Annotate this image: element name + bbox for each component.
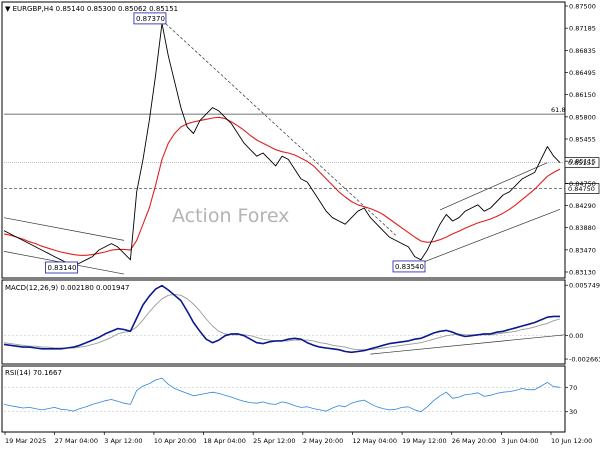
callout-label: 0.87370: [136, 15, 165, 23]
macd-y-tick-label: 0.005749: [569, 282, 600, 290]
price-y-tick-label: 0.85455: [569, 136, 596, 144]
header-ohlc: 0.85140 0.85300 0.85062 0.85151: [56, 5, 178, 13]
macd-y-tick-label: 0.00: [569, 332, 583, 340]
x-tick-label: 19 May 12:00: [402, 437, 447, 445]
chart-canvas: Action Forex 61.80.851510.847500.873700.…: [1, 1, 600, 445]
price-panel: [1, 1, 566, 279]
callout-label: 0.83140: [48, 264, 77, 272]
callout-label: 0.83540: [395, 263, 424, 271]
rsi-title: RSI(14) 70.1667: [5, 369, 62, 377]
price-y-tick-label: 0.86495: [569, 69, 596, 77]
macd-panel: [1, 279, 566, 365]
price-y-tick-label: 0.83470: [569, 246, 596, 254]
price-y-tick-label: 0.84750: [569, 180, 596, 188]
chart-title: ▼ EURGBP,H4 0.85140 0.85300 0.85062 0.85…: [5, 5, 178, 13]
macd-title: MACD(12,26,9) 0.002180 0.001947: [5, 284, 129, 292]
x-tick-label: 3 Apr 12:00: [104, 437, 142, 445]
watermark: Action Forex: [172, 205, 289, 227]
x-tick-label: 12 May 04:00: [352, 437, 397, 445]
x-tick-label: 26 May 20:00: [452, 437, 497, 445]
price-y-tick-label: 0.85800: [569, 113, 596, 121]
rsi-y-tick-label: 70: [569, 384, 577, 392]
header-symbol: EURGBP,H4: [13, 5, 54, 13]
price-y-tick-label: 0.87185: [569, 25, 596, 33]
price-y-tick-label: 0.85115: [569, 158, 596, 166]
x-tick-label: 2 May 20:00: [303, 437, 343, 445]
x-tick-label: 27 Mar 04:00: [55, 437, 98, 445]
price-y-tick-label: 0.87500: [569, 3, 596, 11]
chart-window: Action Forex 61.8 0.85151 0.84750 0.87370 0.…: [0, 0, 600, 450]
header-dropdown-icon[interactable]: ▼: [5, 5, 13, 13]
price-y-tick-label: 0.83880: [569, 224, 596, 232]
fib-61-8-label: 61.8: [551, 106, 565, 114]
x-tick-label: 18 Apr 04:00: [204, 437, 246, 445]
price-y-tick-label: 0.86835: [569, 47, 596, 55]
x-tick-label: 19 Mar 2025: [5, 437, 46, 445]
x-tick-label: 3 Jun 04:00: [501, 437, 538, 445]
price-y-tick-label: 0.83130: [569, 269, 596, 277]
rsi-panel: [1, 365, 566, 433]
rsi-y-tick-label: 30: [569, 408, 577, 416]
x-tick-label: 25 Apr 12:00: [253, 437, 295, 445]
macd-y-tick-label: -0.002663: [569, 356, 600, 364]
price-y-tick-label: 0.86150: [569, 91, 596, 99]
x-tick-label: 10 Apr 20:00: [154, 437, 196, 445]
price-y-tick-label: 0.84290: [569, 202, 596, 210]
x-tick-label: 10 Jun 12:00: [551, 437, 592, 445]
